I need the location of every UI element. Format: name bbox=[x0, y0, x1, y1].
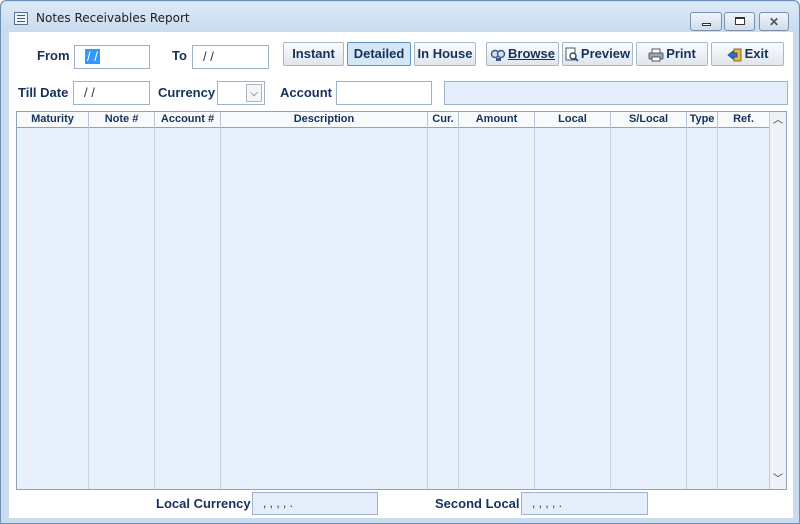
col-currency[interactable]: Cur. bbox=[428, 112, 459, 128]
col-divider bbox=[427, 128, 428, 489]
dropdown-chevron-icon[interactable]: ⌵ bbox=[246, 84, 262, 102]
col-type[interactable]: Type bbox=[687, 112, 718, 128]
currency-select[interactable]: ⌵ bbox=[217, 81, 265, 105]
till-date-label: Till Date bbox=[18, 85, 69, 100]
print-label: Print bbox=[666, 46, 696, 61]
title-bar: Notes Receivables Report ✕ bbox=[2, 2, 798, 32]
browse-icon bbox=[490, 49, 506, 61]
close-button[interactable]: ✕ bbox=[759, 12, 789, 31]
exit-label: Exit bbox=[744, 46, 769, 61]
minimize-button[interactable] bbox=[690, 12, 722, 31]
col-s-local[interactable]: S/Local bbox=[611, 112, 687, 128]
second-local-label: Second Local bbox=[435, 496, 520, 511]
maximize-button[interactable] bbox=[724, 12, 755, 31]
col-maturity[interactable]: Maturity bbox=[17, 112, 89, 128]
col-ref[interactable]: Ref. bbox=[718, 112, 770, 128]
exit-icon bbox=[726, 48, 742, 62]
col-divider bbox=[154, 128, 155, 489]
col-divider bbox=[686, 128, 687, 489]
notes-grid[interactable]: Maturity Note # Account # Description Cu… bbox=[16, 111, 787, 490]
local-currency-label: Local Currency bbox=[156, 496, 251, 511]
account-label: Account bbox=[280, 85, 332, 100]
window-title: Notes Receivables Report bbox=[36, 11, 190, 25]
preview-button[interactable]: Preview bbox=[562, 42, 633, 66]
grid-vertical-scrollbar[interactable]: ︿ ﹀ bbox=[769, 112, 786, 489]
col-divider bbox=[610, 128, 611, 489]
to-label: To bbox=[172, 48, 187, 63]
col-divider bbox=[88, 128, 89, 489]
scroll-down-icon[interactable]: ﹀ bbox=[770, 472, 786, 488]
to-date-field[interactable]: / / bbox=[192, 45, 269, 69]
col-description[interactable]: Description bbox=[221, 112, 428, 128]
browse-button[interactable]: Browse bbox=[486, 42, 559, 66]
col-amount[interactable]: Amount bbox=[459, 112, 535, 128]
from-date-value: / / bbox=[85, 49, 100, 64]
from-date-field[interactable]: / / bbox=[74, 45, 150, 69]
till-date-field[interactable]: / / bbox=[73, 81, 150, 105]
second-local-total: , , , , . bbox=[521, 492, 648, 515]
local-currency-total: , , , , . bbox=[252, 492, 378, 515]
grid-header: Maturity Note # Account # Description Cu… bbox=[17, 112, 770, 128]
from-label: From bbox=[37, 48, 70, 63]
preview-label: Preview bbox=[580, 46, 631, 61]
in-house-button[interactable]: In House bbox=[414, 42, 476, 66]
app-menu-icon[interactable] bbox=[14, 12, 28, 25]
col-divider bbox=[717, 128, 718, 489]
report-window: Notes Receivables Report ✕ From / / To /… bbox=[0, 0, 800, 524]
detailed-button[interactable]: Detailed bbox=[347, 42, 411, 66]
maximize-icon bbox=[735, 17, 745, 25]
account-field[interactable] bbox=[336, 81, 432, 105]
browse-label: Browse bbox=[508, 46, 555, 61]
col-local[interactable]: Local bbox=[535, 112, 611, 128]
exit-button[interactable]: Exit bbox=[711, 42, 784, 66]
preview-icon bbox=[565, 47, 579, 62]
close-icon: ✕ bbox=[769, 15, 780, 29]
account-name-field bbox=[444, 81, 788, 105]
col-account-number[interactable]: Account # bbox=[155, 112, 221, 128]
print-icon bbox=[648, 48, 664, 62]
print-button[interactable]: Print bbox=[636, 42, 708, 66]
scroll-up-icon[interactable]: ︿ bbox=[770, 113, 786, 129]
minimize-icon bbox=[702, 23, 711, 26]
instant-button[interactable]: Instant bbox=[283, 42, 344, 66]
col-note-number[interactable]: Note # bbox=[89, 112, 155, 128]
col-divider bbox=[220, 128, 221, 489]
currency-label: Currency bbox=[158, 85, 216, 100]
col-divider bbox=[534, 128, 535, 489]
col-divider bbox=[458, 128, 459, 489]
